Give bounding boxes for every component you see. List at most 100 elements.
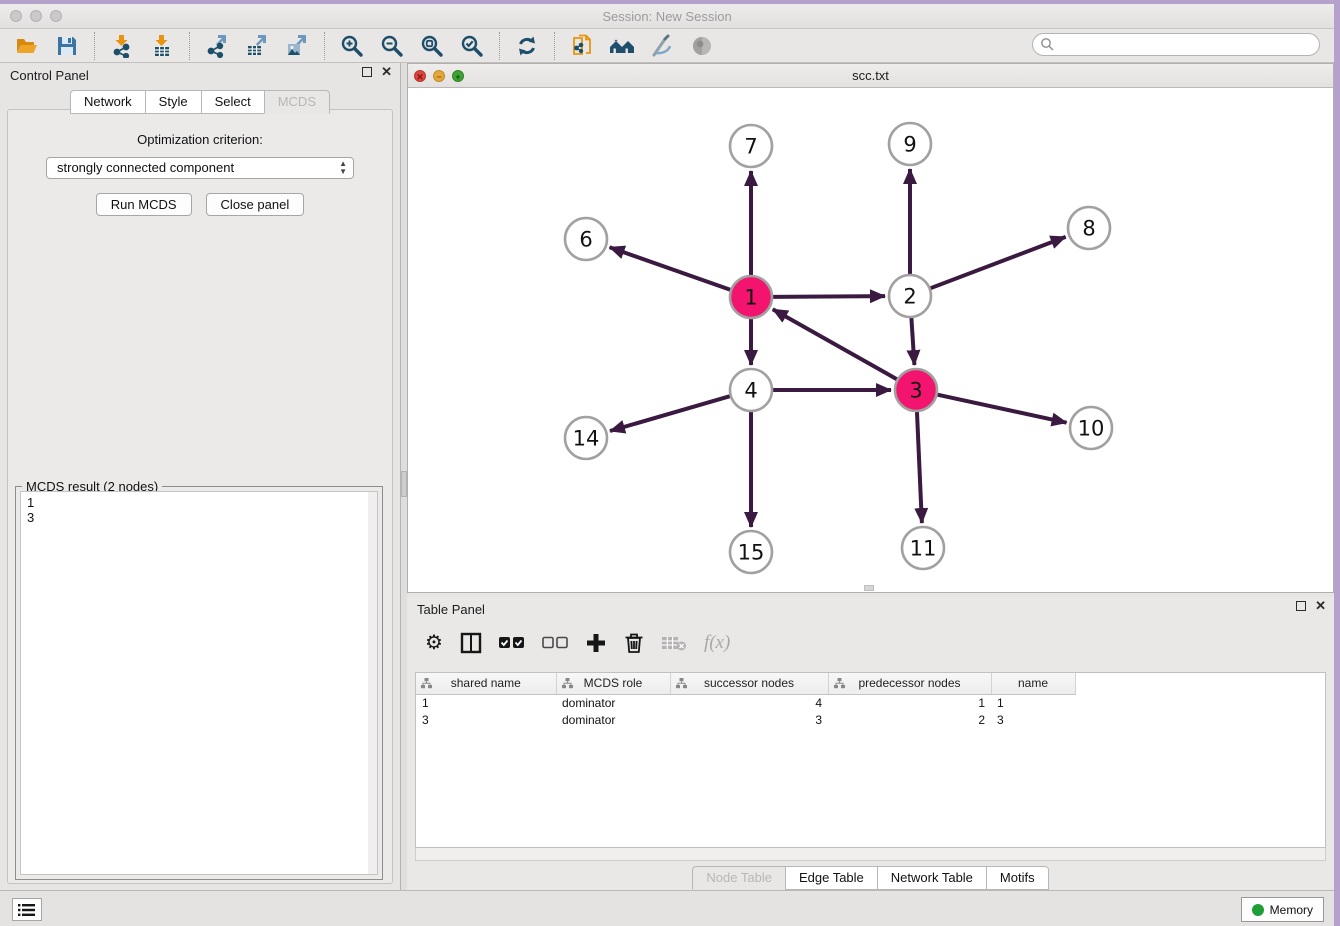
application-window: Session: New Session: [0, 4, 1334, 926]
create-column-icon[interactable]: [585, 631, 607, 655]
float-table-panel-icon[interactable]: [1296, 601, 1306, 611]
tab-edge-table[interactable]: Edge Table: [785, 866, 877, 890]
edge-2-3[interactable]: [911, 318, 914, 365]
column-header-name[interactable]: name: [991, 673, 1075, 694]
table-panel: Table Panel ✕ ⚙: [407, 597, 1334, 890]
node-label-9: 9: [903, 132, 916, 156]
tab-network-table[interactable]: Network Table: [877, 866, 986, 890]
memory-status-icon: [1252, 904, 1264, 916]
mcds-result-scrollbar[interactable]: [368, 492, 377, 874]
edge-3-10[interactable]: [937, 395, 1066, 423]
table-cell[interactable]: 2: [828, 711, 991, 728]
float-panel-icon[interactable]: [362, 67, 372, 77]
refresh-view-icon[interactable]: [514, 33, 540, 59]
zoom-fit-icon[interactable]: [419, 33, 445, 59]
close-panel-button[interactable]: Close panel: [206, 193, 305, 216]
network-canvas[interactable]: 7961284314101511: [408, 88, 1333, 592]
delete-column-icon[interactable]: [624, 631, 644, 655]
node-label-6: 6: [579, 227, 592, 251]
edge-4-14[interactable]: [610, 396, 730, 431]
home-layout-icon[interactable]: [609, 33, 635, 59]
table-cell[interactable]: 1: [828, 694, 991, 711]
export-network-icon[interactable]: [204, 33, 230, 59]
table-row[interactable]: 1dominator411: [416, 694, 1075, 711]
table-cell[interactable]: 3: [991, 711, 1075, 728]
tab-node-table[interactable]: Node Table: [692, 866, 785, 890]
select-all-columns-icon[interactable]: [499, 631, 525, 655]
edge-2-8[interactable]: [931, 237, 1066, 288]
column-header-MCDS-role[interactable]: MCDS role: [556, 673, 670, 694]
unselect-all-columns-icon[interactable]: [542, 631, 568, 655]
eye-hide-icon[interactable]: [689, 33, 715, 59]
control-panel: Control Panel ✕ Network Style Select MCD…: [0, 63, 401, 890]
task-history-button[interactable]: [12, 898, 42, 921]
table-cell[interactable]: 3: [416, 711, 556, 728]
main-toolbar: [0, 29, 1334, 63]
table-cell[interactable]: 3: [670, 711, 828, 728]
duplicate-network-icon[interactable]: [569, 33, 595, 59]
tab-select[interactable]: Select: [201, 90, 264, 114]
mcds-result-text[interactable]: 1 3: [20, 491, 378, 875]
table-panel-title: Table Panel: [417, 602, 485, 617]
node-label-7: 7: [744, 134, 757, 158]
edge-1-2[interactable]: [773, 296, 885, 297]
zoom-in-icon[interactable]: [339, 33, 365, 59]
table-hscrollbar[interactable]: [415, 848, 1326, 861]
edge-3-11[interactable]: [917, 412, 922, 523]
table-row[interactable]: 3dominator323: [416, 711, 1075, 728]
close-table-panel-icon[interactable]: ✕: [1315, 601, 1326, 611]
node-table[interactable]: shared nameMCDS rolesuccessor nodesprede…: [415, 672, 1326, 848]
import-table-icon[interactable]: [149, 33, 175, 59]
tab-mcds[interactable]: MCDS: [264, 90, 330, 114]
export-table-icon[interactable]: [244, 33, 270, 59]
status-bar: Memory: [0, 890, 1334, 926]
import-network-icon[interactable]: [109, 33, 135, 59]
mcds-tab-content: Optimization criterion: strongly connect…: [7, 109, 393, 884]
mcds-result-group: MCDS result (2 nodes) 1 3: [15, 486, 383, 880]
select-stepper-icon: ▲▼: [339, 160, 347, 176]
node-label-11: 11: [910, 536, 937, 560]
network-view-window: ✕ − + scc.txt 7961284314101511: [407, 63, 1334, 593]
table-tabs: Node Table Edge Table Network Table Moti…: [407, 866, 1334, 890]
zoom-selected-icon[interactable]: [459, 33, 485, 59]
tab-style[interactable]: Style: [145, 90, 201, 114]
search-input[interactable]: [1032, 33, 1320, 56]
tab-network[interactable]: Network: [70, 90, 145, 114]
run-mcds-button[interactable]: Run MCDS: [96, 193, 192, 216]
control-panel-tabs: Network Style Select MCDS: [0, 90, 400, 114]
titlebar: Session: New Session: [0, 4, 1334, 29]
table-cell[interactable]: dominator: [556, 694, 670, 711]
column-header-successor-nodes[interactable]: successor nodes: [670, 673, 828, 694]
table-cell[interactable]: 4: [670, 694, 828, 711]
table-cell[interactable]: 1: [416, 694, 556, 711]
close-panel-icon[interactable]: ✕: [381, 67, 392, 77]
table-cell[interactable]: 1: [991, 694, 1075, 711]
edge-1-6[interactable]: [610, 247, 731, 289]
criterion-value: strongly connected component: [57, 160, 234, 175]
table-settings-icon[interactable]: ⚙: [425, 631, 443, 655]
export-image-icon[interactable]: [284, 33, 310, 59]
show-columns-icon[interactable]: [460, 631, 482, 655]
node-label-15: 15: [738, 540, 765, 564]
node-label-4: 4: [744, 378, 757, 402]
tree-column-icon: [834, 678, 845, 692]
destroy-table-icon: [661, 631, 687, 655]
optimization-criterion-label: Optimization criterion:: [8, 132, 392, 147]
column-header-shared-name[interactable]: shared name: [416, 673, 556, 694]
memory-button[interactable]: Memory: [1241, 897, 1324, 922]
column-header-predecessor-nodes[interactable]: predecessor nodes: [828, 673, 991, 694]
table-cell[interactable]: dominator: [556, 711, 670, 728]
canvas-resize-grip[interactable]: [864, 585, 874, 591]
open-session-icon[interactable]: [14, 33, 40, 59]
tree-column-icon: [562, 678, 573, 692]
network-window-titlebar[interactable]: ✕ − + scc.txt: [408, 64, 1333, 88]
tab-motifs[interactable]: Motifs: [986, 866, 1049, 890]
wand-style-icon[interactable]: [649, 33, 675, 59]
tree-column-icon: [676, 678, 687, 692]
edge-3-1[interactable]: [773, 309, 897, 379]
criterion-select[interactable]: strongly connected component ▲▼: [46, 157, 354, 179]
zoom-out-icon[interactable]: [379, 33, 405, 59]
session-title: Session: New Session: [0, 9, 1334, 24]
network-graph: 7961284314101511: [408, 88, 1333, 592]
save-session-icon[interactable]: [54, 33, 80, 59]
